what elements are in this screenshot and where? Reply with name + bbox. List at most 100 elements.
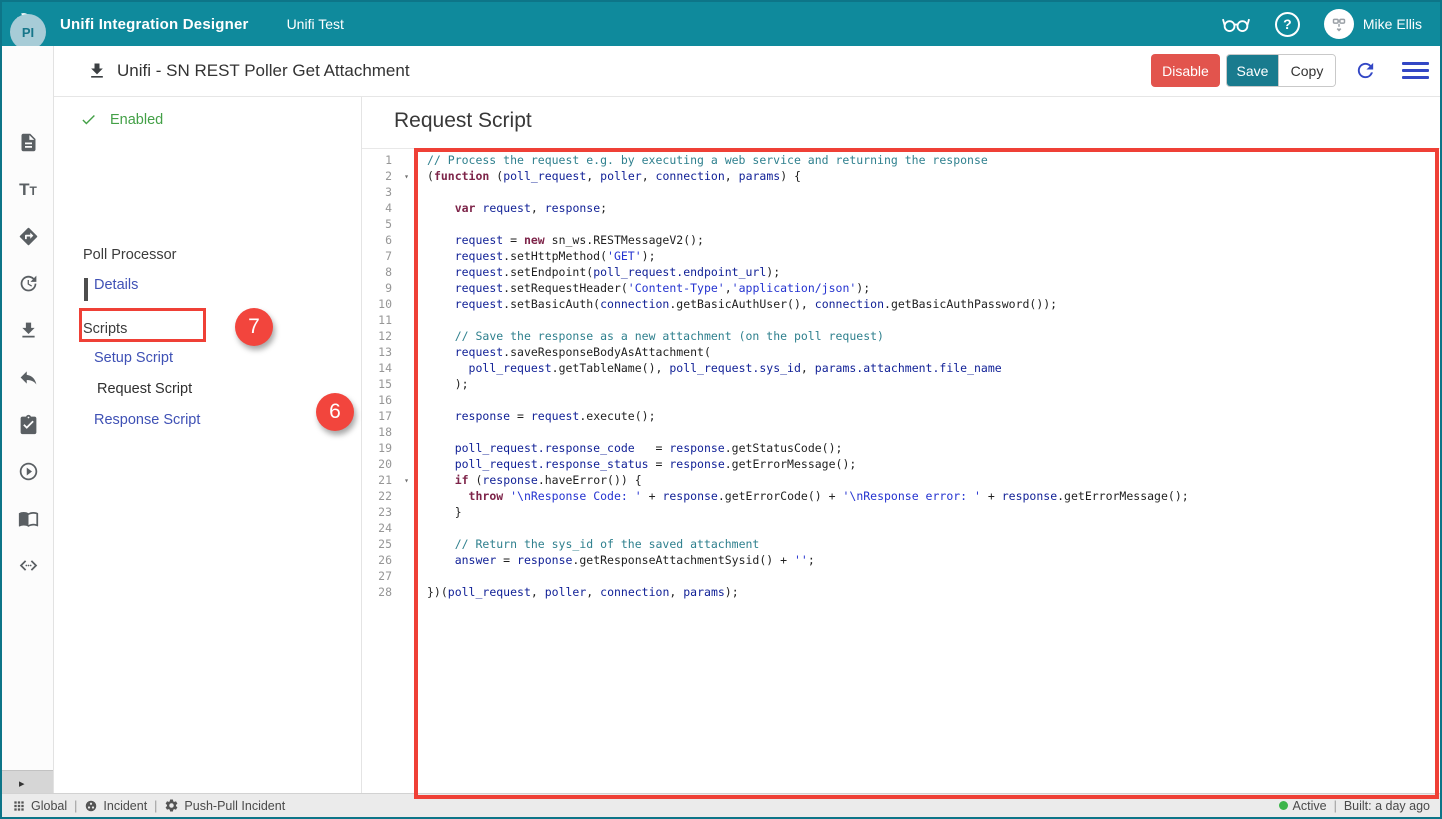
gear-icon xyxy=(164,798,179,813)
code-line: 17 response = request.execute(); xyxy=(362,408,1436,424)
disable-button[interactable]: Disable xyxy=(1151,54,1220,87)
line-number: 22 xyxy=(362,488,414,504)
refresh-icon[interactable] xyxy=(1354,59,1377,87)
code-lines: 1// Process the request e.g. by executin… xyxy=(362,152,1436,600)
code-line: 1// Process the request e.g. by executin… xyxy=(362,152,1436,168)
icon-rail: TT xyxy=(2,46,54,793)
code-text[interactable]: request.setEndpoint(poll_request.endpoin… xyxy=(414,264,780,280)
code-text[interactable] xyxy=(414,568,427,584)
code-line: 13 request.saveResponseBodyAsAttachment( xyxy=(362,344,1436,360)
code-text[interactable] xyxy=(414,392,427,408)
burger-menu-icon[interactable] xyxy=(1402,62,1429,83)
code-line: 15 ); xyxy=(362,376,1436,392)
app-title: Unifi Integration Designer xyxy=(60,16,249,33)
line-number: 20 xyxy=(362,456,414,472)
tasks-icon[interactable] xyxy=(2,401,54,448)
code-text[interactable]: // Save the response as a new attachment… xyxy=(414,328,884,344)
reply-icon[interactable] xyxy=(2,354,54,401)
nav-section-poll-processor: Poll Processor xyxy=(83,247,176,263)
code-icon[interactable] xyxy=(2,542,54,589)
code-editor[interactable]: 1// Process the request e.g. by executin… xyxy=(362,152,1436,791)
code-line: 24 xyxy=(362,520,1436,536)
line-number: 25 xyxy=(362,536,414,552)
incident-app-icon xyxy=(84,799,98,813)
line-number: 14 xyxy=(362,360,414,376)
code-text[interactable]: var request, response; xyxy=(414,200,607,216)
code-text[interactable]: request.setRequestHeader('Content-Type',… xyxy=(414,280,870,296)
selected-item-bar xyxy=(84,278,88,301)
download-icon[interactable] xyxy=(2,307,54,354)
line-number: 1 xyxy=(362,152,414,168)
code-text[interactable]: } xyxy=(414,504,462,520)
code-line: 25 // Return the sys_id of the saved att… xyxy=(362,536,1436,552)
code-line: 5 xyxy=(362,216,1436,232)
code-text[interactable]: })(poll_request, poller, connection, par… xyxy=(414,584,739,600)
process-link[interactable]: Push-Pull Incident xyxy=(164,798,285,813)
text-style-icon[interactable]: TT xyxy=(2,166,54,213)
scope-link[interactable]: Global xyxy=(12,799,67,813)
record-title: Unifi - SN REST Poller Get Attachment xyxy=(117,61,410,81)
code-text[interactable] xyxy=(414,424,427,440)
code-text[interactable]: poll_request.getTableName(), poll_reques… xyxy=(414,360,1002,376)
code-text[interactable]: poll_request.response_status = response.… xyxy=(414,456,856,472)
history-icon[interactable] xyxy=(2,260,54,307)
code-text[interactable]: if (response.haveError()) { xyxy=(414,472,642,488)
nav-item-setup-script[interactable]: Setup Script xyxy=(94,350,173,366)
line-number: 15 xyxy=(362,376,414,392)
page-title: Request Script xyxy=(394,109,532,133)
code-text[interactable]: ); xyxy=(414,376,469,392)
download-icon[interactable] xyxy=(87,61,107,81)
separator: | xyxy=(1334,799,1337,813)
line-number: 27 xyxy=(362,568,414,584)
code-text[interactable]: response = request.execute(); xyxy=(414,408,656,424)
code-text[interactable] xyxy=(414,216,427,232)
code-line: 23 } xyxy=(362,504,1436,520)
code-text[interactable]: request.saveResponseBodyAsAttachment( xyxy=(414,344,711,360)
code-line: 12 // Save the response as a new attachm… xyxy=(362,328,1436,344)
docs-icon[interactable] xyxy=(2,495,54,542)
line-number: 10 xyxy=(362,296,414,312)
app-link[interactable]: Incident xyxy=(84,799,147,813)
copy-button[interactable]: Copy xyxy=(1278,55,1335,86)
nav-item-details[interactable]: Details xyxy=(94,277,138,293)
enabled-label: Enabled xyxy=(110,112,163,128)
line-number: 16 xyxy=(362,392,414,408)
user-menu[interactable]: Mike Ellis xyxy=(1324,9,1422,39)
code-text[interactable]: // Return the sys_id of the saved attach… xyxy=(414,536,759,552)
nav-item-request-script[interactable]: Request Script xyxy=(97,381,192,397)
save-copy-group: Save Copy xyxy=(1226,54,1336,87)
code-text[interactable]: request.setBasicAuth(connection.getBasic… xyxy=(414,296,1057,312)
code-text[interactable]: request.setHttpMethod('GET'); xyxy=(414,248,656,264)
script-content: Request Script 1// Process the request e… xyxy=(362,97,1440,793)
code-text[interactable]: request = new sn_ws.RESTMessageV2(); xyxy=(414,232,704,248)
line-number: 6 xyxy=(362,232,414,248)
line-number: 21▾ xyxy=(362,472,414,488)
help-icon[interactable]: ? xyxy=(1275,12,1300,37)
record-toolbar: Unifi - SN REST Poller Get Attachment Di… xyxy=(2,46,1440,97)
code-line: 22 throw '\nResponse Code: ' + response.… xyxy=(362,488,1436,504)
integration-avatar[interactable]: PI xyxy=(10,14,46,50)
code-text[interactable]: // Process the request e.g. by executing… xyxy=(414,152,988,168)
glasses-icon[interactable] xyxy=(1221,12,1251,36)
line-number: 24 xyxy=(362,520,414,536)
code-line: 14 poll_request.getTableName(), poll_req… xyxy=(362,360,1436,376)
code-text[interactable] xyxy=(414,312,427,328)
environment-name: Unifi Test xyxy=(287,16,344,32)
directions-icon[interactable] xyxy=(2,213,54,260)
nav-item-response-script[interactable]: Response Script xyxy=(94,412,200,428)
code-line: 2▾(function (poll_request, poller, conne… xyxy=(362,168,1436,184)
line-number: 5 xyxy=(362,216,414,232)
code-text[interactable]: throw '\nResponse Code: ' + response.get… xyxy=(414,488,1189,504)
fold-arrow-icon[interactable]: ▾ xyxy=(404,169,409,185)
fold-arrow-icon[interactable]: ▾ xyxy=(404,473,409,489)
code-text[interactable]: (function (poll_request, poller, connect… xyxy=(414,168,801,184)
code-text[interactable] xyxy=(414,184,427,200)
document-icon[interactable] xyxy=(2,119,54,166)
code-text[interactable]: poll_request.response_code = response.ge… xyxy=(414,440,842,456)
code-text[interactable]: answer = response.getResponseAttachmentS… xyxy=(414,552,815,568)
save-button[interactable]: Save xyxy=(1227,55,1278,86)
run-icon[interactable] xyxy=(2,448,54,495)
code-line: 27 xyxy=(362,568,1436,584)
code-text[interactable] xyxy=(414,520,427,536)
line-number: 12 xyxy=(362,328,414,344)
